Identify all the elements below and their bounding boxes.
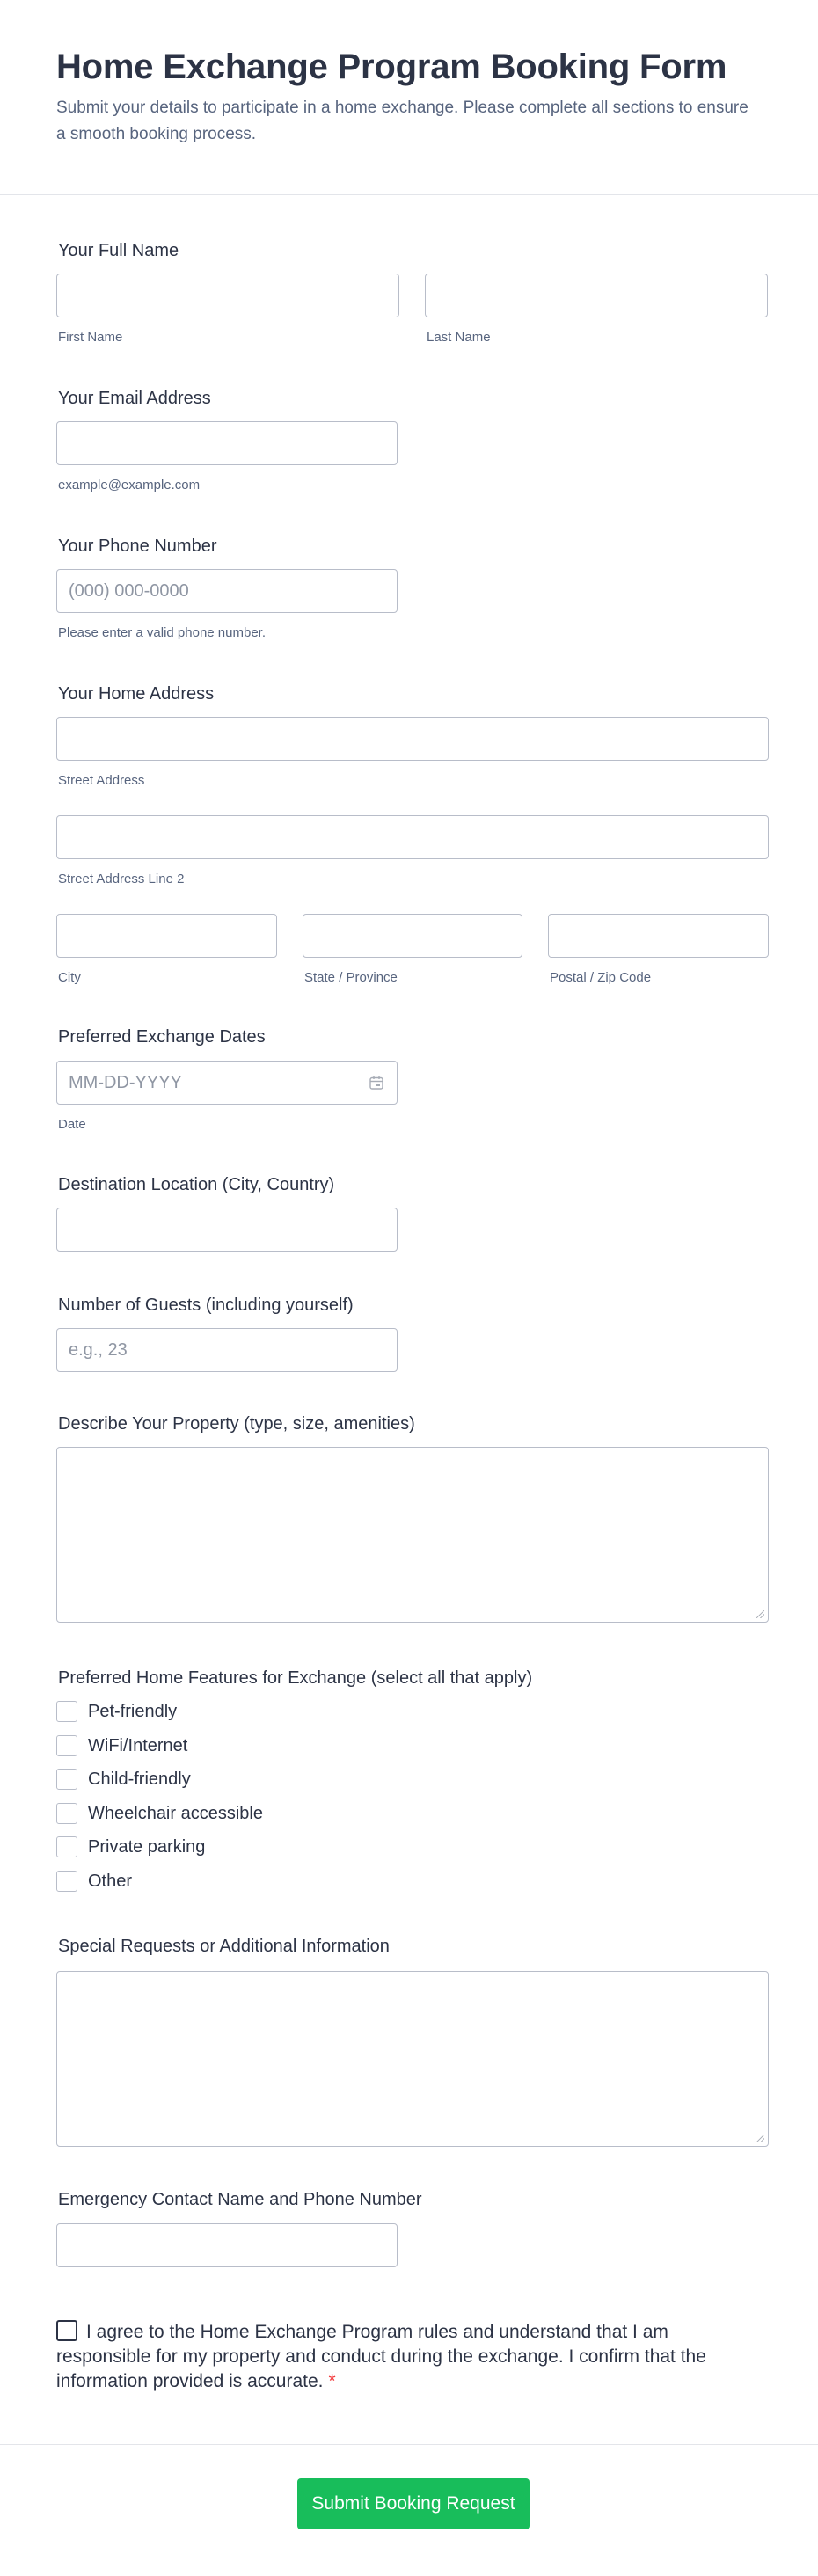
feature-option[interactable]: Wheelchair accessible	[56, 1802, 263, 1825]
calendar-icon[interactable]	[369, 1075, 384, 1091]
email-input[interactable]	[56, 421, 398, 465]
feature-option-label: Wheelchair accessible	[88, 1803, 263, 1823]
emergency-label: Emergency Contact Name and Phone Number	[58, 2190, 422, 2209]
street-address-input[interactable]	[56, 717, 769, 761]
guests-placeholder: e.g., 23	[69, 1339, 128, 1360]
state-sublabel: State / Province	[304, 970, 398, 985]
phone-placeholder: (000) 000-0000	[69, 580, 189, 601]
phone-input[interactable]: (000) 000-0000	[56, 569, 398, 613]
agreement-text: I agree to the Home Exchange Program rul…	[56, 2322, 706, 2391]
address-label: Your Home Address	[58, 684, 215, 704]
form-header: Home Exchange Program Booking Form Submi…	[0, 0, 818, 195]
feature-option-label: Other	[88, 1871, 133, 1891]
street-address-2-input[interactable]	[56, 815, 769, 859]
feature-option[interactable]: Child-friendly	[56, 1768, 191, 1791]
feature-option[interactable]: WiFi/Internet	[56, 1734, 187, 1757]
phone-sublabel: Please enter a valid phone number.	[58, 625, 266, 640]
checkbox[interactable]	[56, 1701, 77, 1722]
submit-booking-button[interactable]: Submit Booking Request	[297, 2478, 530, 2529]
feature-option[interactable]: Pet-friendly	[56, 1700, 177, 1723]
page-subtitle: Submit your details to participate in a …	[56, 99, 749, 143]
features-label: Preferred Home Features for Exchange (se…	[58, 1668, 533, 1688]
page-title: Home Exchange Program Booking Form	[56, 47, 727, 86]
emergency-input[interactable]	[56, 2223, 398, 2267]
checkbox[interactable]	[56, 1735, 77, 1756]
special-requests-textarea[interactable]	[56, 1971, 769, 2147]
feature-option[interactable]: Other	[56, 1870, 132, 1893]
city-input[interactable]	[56, 914, 277, 958]
destination-input[interactable]	[56, 1208, 398, 1252]
property-textarea[interactable]	[56, 1447, 769, 1623]
feature-option-label: Pet-friendly	[88, 1701, 178, 1721]
first-name-sublabel: First Name	[58, 330, 123, 345]
street-address-sublabel: Street Address	[58, 773, 145, 788]
first-name-input[interactable]	[56, 274, 399, 317]
date-input[interactable]: MM-DD-YYYY	[56, 1061, 398, 1105]
date-sublabel: Date	[58, 1117, 86, 1132]
zip-sublabel: Postal / Zip Code	[550, 970, 652, 985]
feature-option-label: WiFi/Internet	[88, 1735, 188, 1755]
checkbox[interactable]	[56, 1836, 77, 1857]
date-placeholder: MM-DD-YYYY	[69, 1072, 182, 1092]
street-address-2-sublabel: Street Address Line 2	[58, 872, 185, 887]
state-input[interactable]	[303, 914, 522, 958]
full-name-label: Your Full Name	[58, 241, 179, 260]
special-requests-label: Special Requests or Additional Informati…	[58, 1937, 390, 1956]
checkbox[interactable]	[56, 1871, 77, 1892]
required-mark: *	[328, 2371, 336, 2391]
email-sublabel: example@example.com	[58, 478, 201, 493]
last-name-sublabel: Last Name	[427, 330, 491, 345]
agreement-checkbox[interactable]	[56, 2320, 77, 2341]
checkbox[interactable]	[56, 1769, 77, 1790]
phone-label: Your Phone Number	[58, 536, 217, 556]
zip-input[interactable]	[548, 914, 769, 958]
resize-handle-icon[interactable]	[756, 1610, 764, 1618]
email-label: Your Email Address	[58, 389, 211, 408]
checkbox[interactable]	[56, 1803, 77, 1824]
city-sublabel: City	[58, 970, 81, 985]
last-name-input[interactable]	[425, 274, 768, 317]
feature-option-label: Child-friendly	[88, 1769, 191, 1789]
feature-option[interactable]: Private parking	[56, 1835, 205, 1858]
guests-label: Number of Guests (including yourself)	[58, 1295, 354, 1315]
feature-option-label: Private parking	[88, 1836, 206, 1857]
property-label: Describe Your Property (type, size, amen…	[58, 1414, 415, 1434]
agreement[interactable]: I agree to the Home Exchange Program rul…	[56, 2320, 707, 2394]
guests-input[interactable]: e.g., 23	[56, 1328, 398, 1372]
dates-label: Preferred Exchange Dates	[58, 1027, 266, 1047]
resize-handle-icon[interactable]	[756, 2135, 764, 2142]
destination-label: Destination Location (City, Country)	[58, 1175, 335, 1194]
footer-divider	[0, 2444, 818, 2445]
